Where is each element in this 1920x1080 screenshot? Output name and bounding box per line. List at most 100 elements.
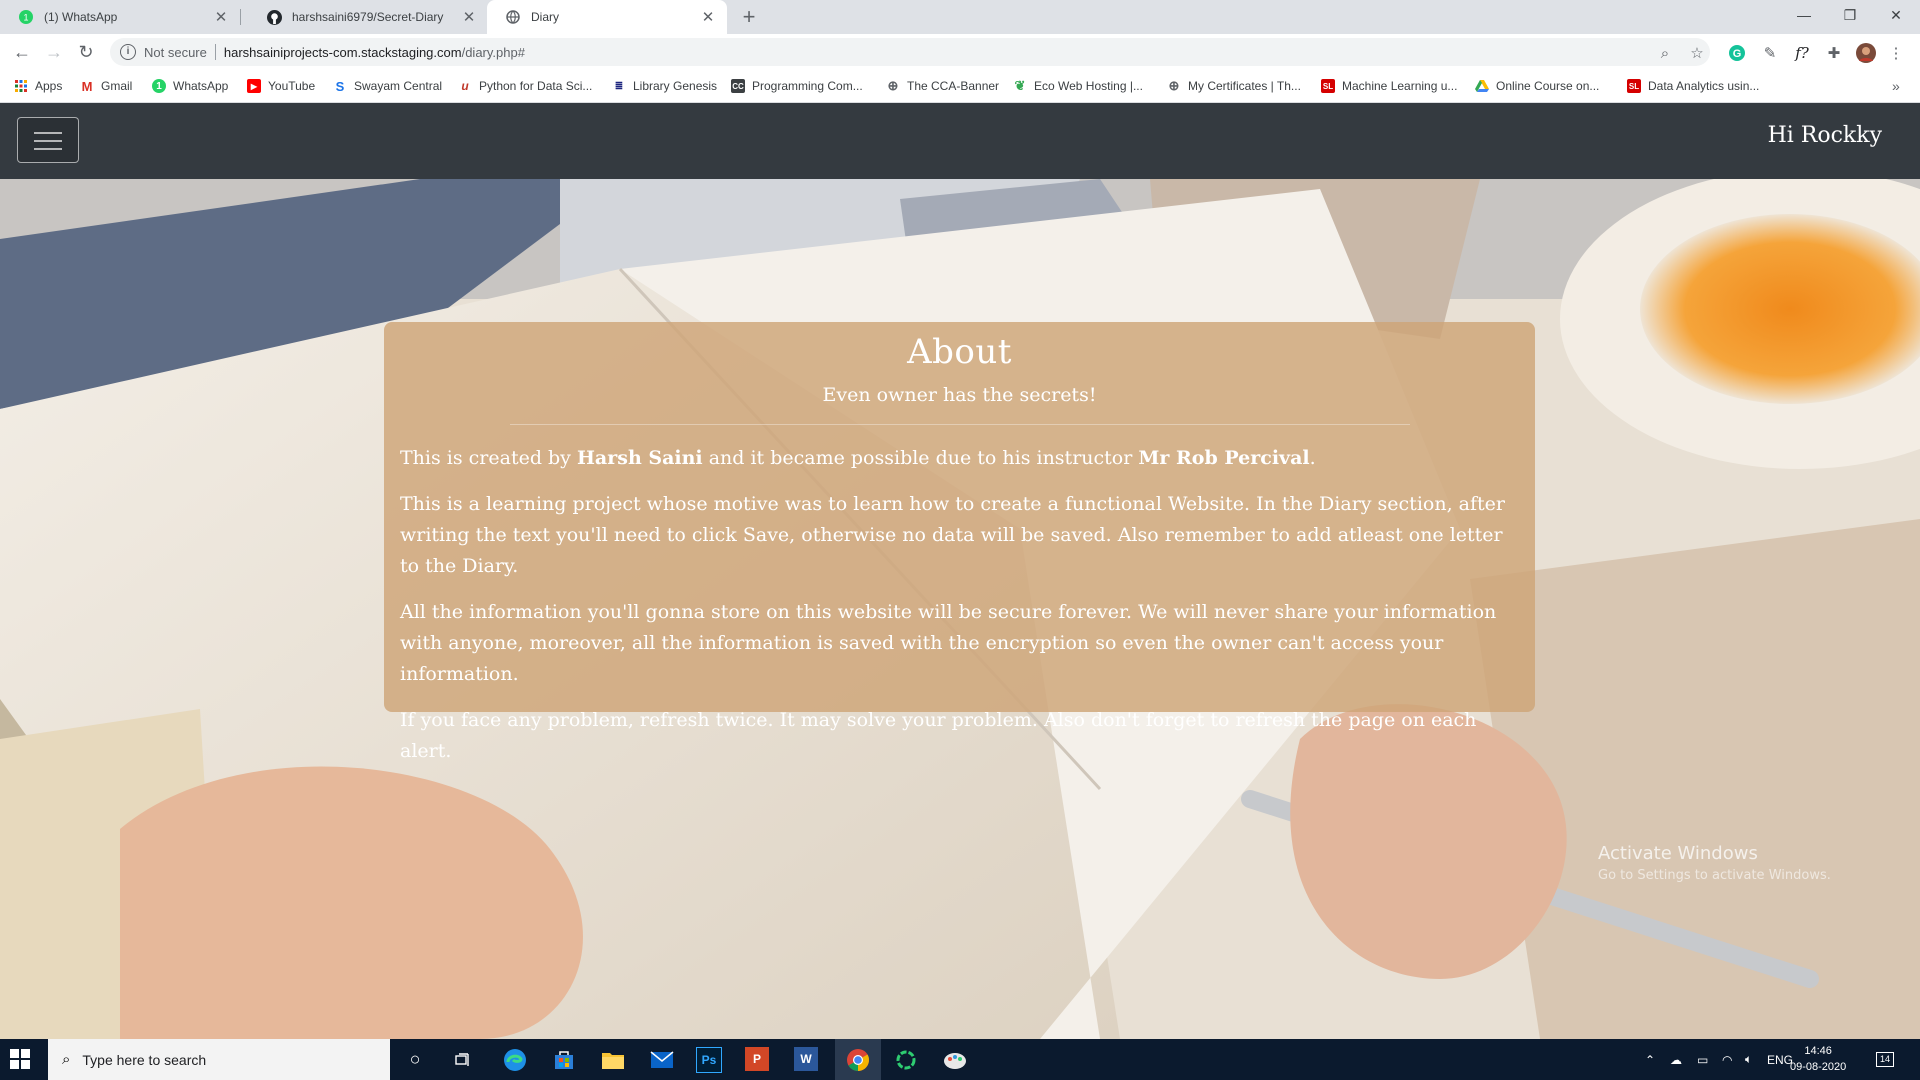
- hamburger-icon: [34, 148, 62, 150]
- edge-icon[interactable]: [500, 1045, 530, 1074]
- cortana-icon[interactable]: ○: [400, 1045, 430, 1074]
- about-card: About Even owner has the secrets! This i…: [384, 322, 1535, 762]
- address-bar[interactable]: i Not secure harshsainiprojects-com.stac…: [110, 38, 1710, 66]
- sl-icon: SL: [1321, 79, 1335, 93]
- grammarly-icon[interactable]: G: [1727, 43, 1747, 63]
- programming-icon: CC: [731, 79, 745, 93]
- bookmark-library-genesis[interactable]: ≣ Library Genesis: [612, 77, 717, 95]
- tab-diary[interactable]: Diary ✕: [487, 0, 727, 34]
- credits-text: This is created by: [400, 447, 577, 469]
- about-paragraph-purpose: This is a learning project whose motive …: [400, 493, 1505, 577]
- zoom-icon[interactable]: ⌕: [1655, 43, 1675, 63]
- web-page: Hi Rockky About Even owner has the secre…: [0, 103, 1920, 1039]
- bookmark-swayam[interactable]: S Swayam Central: [333, 77, 442, 95]
- menu-kebab-icon[interactable]: ⋮: [1886, 43, 1906, 63]
- about-title: About: [907, 332, 1012, 372]
- show-hidden-icons[interactable]: ⌃: [1645, 1039, 1655, 1080]
- forward-icon[interactable]: →: [42, 41, 66, 63]
- notifications-icon[interactable]: 14: [1876, 1039, 1894, 1080]
- tab-title: harshsaini6979/Secret-Diary: [292, 10, 444, 24]
- info-icon[interactable]: i: [120, 44, 136, 60]
- volume-icon[interactable]: 🔈︎: [1745, 1039, 1752, 1080]
- youtube-icon: ▶: [247, 79, 261, 93]
- restore-icon[interactable]: ❐: [1827, 0, 1873, 30]
- background-image: About Even owner has the secrets! This i…: [0, 179, 1920, 1039]
- mail-icon[interactable]: [647, 1045, 677, 1074]
- bookmark-label: Python for Data Sci...: [479, 79, 593, 93]
- chrome-icon[interactable]: [835, 1039, 881, 1080]
- extensions-puzzle-icon[interactable]: ✚: [1824, 43, 1844, 63]
- globe-icon: ⊕: [1168, 78, 1180, 93]
- svg-text:G: G: [1733, 48, 1742, 60]
- bookmark-my-certificates[interactable]: ⊕ My Certificates | Th...: [1167, 77, 1301, 95]
- bookmark-label: YouTube: [268, 79, 316, 93]
- library-icon: ≣: [614, 80, 624, 92]
- activate-windows-watermark: Activate Windows Go to Settings to activ…: [1598, 843, 1831, 883]
- taskbar-search-box[interactable]: ⌕ Type here to search: [48, 1039, 390, 1080]
- browser-tab-strip: 1 (1) WhatsApp ✕ harshsaini6979/Secret-D…: [0, 0, 1920, 34]
- minimize-icon[interactable]: —: [1781, 0, 1827, 30]
- bookmark-youtube[interactable]: ▶ YouTube: [247, 77, 315, 95]
- bookmark-label: Eco Web Hosting |...: [1034, 79, 1143, 93]
- clock-time: 14:46: [1804, 1045, 1832, 1057]
- bookmark-label: Online Course on...: [1496, 79, 1600, 93]
- back-icon[interactable]: ←: [10, 41, 34, 63]
- python-course-icon: u: [461, 79, 469, 93]
- tab-github[interactable]: harshsaini6979/Secret-Diary ✕: [248, 0, 488, 34]
- store-icon[interactable]: [549, 1045, 579, 1074]
- bookmark-online-course[interactable]: Online Course on...: [1475, 77, 1599, 95]
- tab-close-icon[interactable]: ✕: [460, 8, 478, 26]
- author-name: Harsh Saini: [576, 447, 703, 469]
- tab-whatsapp[interactable]: 1 (1) WhatsApp ✕: [0, 0, 240, 34]
- bookmark-gmail[interactable]: M Gmail: [80, 77, 133, 95]
- task-view-icon[interactable]: [448, 1045, 478, 1074]
- search-icon: ⌕: [62, 1051, 71, 1068]
- loading-ring-icon[interactable]: [891, 1045, 921, 1074]
- about-divider: [509, 424, 1410, 425]
- formula-icon[interactable]: f?: [1792, 43, 1812, 63]
- browser-toolbar: ← → ↻ i Not secure harshsainiprojects-co…: [0, 34, 1920, 70]
- photoshop-icon[interactable]: Ps: [696, 1047, 722, 1073]
- file-explorer-icon[interactable]: [598, 1045, 628, 1074]
- new-tab-button[interactable]: +: [736, 4, 762, 30]
- battery-icon[interactable]: ▭: [1697, 1039, 1708, 1080]
- bookmark-programming[interactable]: CC Programming Com...: [731, 77, 863, 95]
- close-window-icon[interactable]: ✕: [1873, 0, 1919, 30]
- about-paragraph-help: If you face any problem, refresh twice. …: [400, 709, 1477, 762]
- bookmark-python-data-sci[interactable]: u Python for Data Sci...: [458, 77, 592, 95]
- tab-divider: [240, 9, 241, 25]
- tab-close-icon[interactable]: ✕: [699, 8, 717, 26]
- tab-close-icon[interactable]: ✕: [212, 8, 230, 26]
- instructor-name: Mr Rob Percival: [1138, 447, 1310, 469]
- more-bookmarks-icon[interactable]: »: [1892, 77, 1900, 95]
- eyedropper-icon[interactable]: ✎: [1760, 43, 1780, 63]
- onedrive-icon[interactable]: ☁: [1670, 1039, 1682, 1080]
- bookmark-label: Gmail: [101, 79, 133, 93]
- menu-toggle-button[interactable]: [17, 117, 79, 163]
- bookmark-label: Swayam Central: [354, 79, 443, 93]
- reload-icon[interactable]: ↻: [74, 41, 98, 63]
- bookmark-label: Programming Com...: [752, 79, 863, 93]
- url-host: harshsainiprojects-com.stackstaging.com: [223, 44, 462, 60]
- system-clock[interactable]: 14:46 09-08-2020: [1790, 1043, 1846, 1075]
- bookmark-machine-learning[interactable]: SL Machine Learning u...: [1321, 77, 1457, 95]
- user-greeting: Hi Rockky: [1767, 123, 1882, 148]
- powerpoint-icon[interactable]: P: [745, 1047, 769, 1071]
- paint-icon[interactable]: [940, 1045, 970, 1074]
- globe-icon: [505, 9, 521, 25]
- bookmark-apps[interactable]: Apps: [14, 77, 62, 95]
- tab-title: Diary: [531, 10, 560, 24]
- bookmark-star-icon[interactable]: ☆: [1687, 43, 1707, 63]
- bookmark-data-analytics[interactable]: SL Data Analytics usin...: [1627, 77, 1759, 95]
- wifi-icon[interactable]: ◠: [1722, 1039, 1732, 1080]
- avatar[interactable]: [1856, 43, 1876, 63]
- search-placeholder: Type here to search: [82, 1051, 207, 1068]
- about-paragraph-credits: This is created by Harsh Saini and it be…: [400, 443, 1519, 474]
- watermark-title: Activate Windows: [1598, 843, 1758, 864]
- bookmark-eco-web-hosting[interactable]: ❦ Eco Web Hosting |...: [1013, 77, 1143, 95]
- bookmark-whatsapp[interactable]: 1 WhatsApp: [152, 77, 228, 95]
- credits-text: .: [1309, 447, 1316, 469]
- bookmark-cca-banner[interactable]: ⊕ The CCA-Banner: [886, 77, 1000, 95]
- word-icon[interactable]: W: [794, 1047, 818, 1071]
- windows-start-icon[interactable]: [10, 1049, 30, 1069]
